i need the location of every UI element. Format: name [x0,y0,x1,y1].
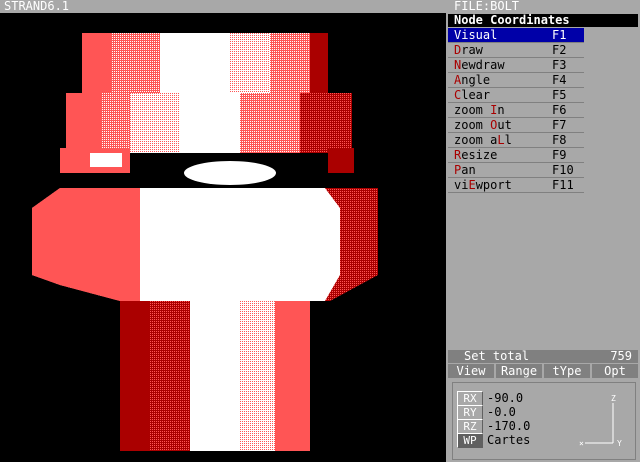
file-label: FILE:BOLT [446,0,640,13]
rz-value: -170.0 [487,419,531,433]
bolt-hex-nut [32,188,378,301]
menu-item-zoom-in[interactable]: zoom In F6 [448,103,584,118]
shortcut-key: F6 [552,103,567,117]
menu-item-pan[interactable]: Pan F10 [448,163,584,178]
menu-item-resize[interactable]: Resize F9 [448,148,584,163]
bolt-washer [60,93,354,191]
shortcut-key: F3 [552,58,567,72]
set-total-value: 759 [610,349,632,363]
menu-item-clear[interactable]: Clear F5 [448,88,584,103]
bolt-head-top [82,33,328,93]
ry-button[interactable]: RY [457,405,483,420]
tab-range[interactable]: Range [496,364,542,378]
menu-item-visual[interactable]: Visual F1 [448,28,584,43]
window-title: STRAND6.1 [4,0,70,13]
shortcut-key: F9 [552,148,567,162]
menu-item-angle[interactable]: Angle F4 [448,73,584,88]
coord-row-ry: RY -0.0 [457,405,516,420]
menu-item-viewport[interactable]: viEwport F11 [448,178,584,193]
command-menu: Visual F1 Draw F2 Newdraw F3 Angle F4 Cl… [448,28,584,193]
panel-tabs: View Range tYpe Opt [448,364,638,378]
menu-item-zoom-all[interactable]: zoom aLl F8 [448,133,584,148]
menu-item-zoom-out[interactable]: zoom Out F7 [448,118,584,133]
rx-button[interactable]: RX [457,391,483,406]
bolt-shank [120,301,310,451]
rx-value: -90.0 [487,391,524,405]
set-total-bar[interactable]: Set total 759 [448,350,638,363]
set-total-label: Set total [464,349,530,363]
tab-opt[interactable]: Opt [592,364,638,378]
shortcut-key: F10 [552,163,574,177]
tab-type[interactable]: tYpe [544,364,590,378]
menu-item-draw[interactable]: Draw F2 [448,43,584,58]
mode-title: Node Coordinates [448,14,638,27]
rz-button[interactable]: RZ [457,419,483,434]
shortcut-key: F11 [552,178,574,192]
rotation-coordinates-box: RX -90.0 RY -0.0 RZ -170.0 WP Cartes Z Y × [452,382,636,460]
z-axis-label: Z [611,394,616,403]
wp-value: Cartes [487,433,531,447]
tab-view[interactable]: View [448,364,494,378]
axis-triad-icon: Z Y × [579,394,622,448]
coord-row-rx: RX -90.0 [457,391,524,406]
shortcut-key: F1 [552,28,567,42]
shortcut-key: F2 [552,43,567,57]
model-viewport[interactable] [0,13,446,462]
wp-button[interactable]: WP [457,433,483,448]
coord-row-rz: RZ -170.0 [457,419,531,434]
side-panel: FILE:BOLT Node Coordinates Visual F1 Dra… [446,0,640,462]
coord-row-wp: WP Cartes [457,433,531,448]
shortcut-key: F4 [552,73,567,87]
svg-text:×: × [579,439,584,448]
shortcut-key: F8 [552,133,567,147]
menu-item-newdraw[interactable]: Newdraw F3 [448,58,584,73]
window-title-bar: STRAND6.1 [0,0,446,13]
shortcut-key: F5 [552,88,567,102]
y-axis-label: Y [617,439,622,448]
shortcut-key: F7 [552,118,567,132]
ry-value: -0.0 [487,405,516,419]
bolt-model-render [32,33,378,451]
